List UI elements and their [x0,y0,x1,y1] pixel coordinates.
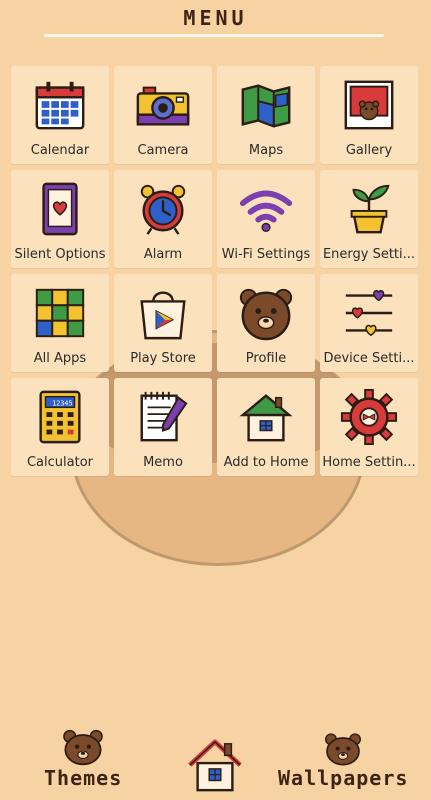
home-button[interactable] [186,738,244,794]
app-tile-wifi-settings[interactable]: Wi-Fi Settings [217,170,315,268]
app-tile-device-settings[interactable]: Device Setti... [320,274,418,372]
calendar-icon [35,81,85,130]
wallpapers-label: Wallpapers [278,766,409,790]
app-label: Home Settin... [322,455,416,470]
home-icon [188,739,242,792]
app-tile-memo[interactable]: Memo [114,378,212,476]
map-icon [241,84,291,128]
wallpapers-button[interactable]: Wallpapers [278,730,408,790]
app-tile-profile[interactable]: Profile [217,274,315,372]
themes-button[interactable]: Themes [44,726,122,790]
plant-icon [350,184,390,234]
app-tile-calculator[interactable]: 12345 Calculator [11,378,109,476]
bear-icon [325,733,362,766]
app-tile-silent-options[interactable]: Silent Options [11,170,109,268]
grid-icon [35,288,85,338]
app-tile-alarm[interactable]: Alarm [114,170,212,268]
app-label: Energy Setti... [322,247,416,262]
app-label: Add to Home [223,455,309,470]
page-title: MENU [183,6,248,30]
camera-icon [136,86,190,126]
app-label: Camera [137,143,189,158]
themes-label: Themes [44,766,123,790]
app-tile-all-apps[interactable]: All Apps [11,274,109,372]
app-label: Device Setti... [323,351,415,366]
app-label: Calendar [30,143,90,158]
calculator-icon: 12345 [39,390,81,444]
app-grid: Calendar Camera Maps Gallery Silent Opti… [11,66,418,476]
app-label: Wi-Fi Settings [221,247,311,262]
alarm-clock-icon [140,184,186,235]
app-label: Silent Options [14,247,106,262]
title-underline [44,34,384,37]
app-label: Maps [248,143,284,158]
app-tile-calendar[interactable]: Calendar [11,66,109,164]
app-tile-maps[interactable]: Maps [217,66,315,164]
app-label: Memo [143,455,183,470]
gallery-icon [344,80,394,130]
app-label: All Apps [33,351,87,366]
sliders-icon [345,289,393,337]
app-label: Calculator [26,455,93,470]
app-tile-gallery[interactable]: Gallery [320,66,418,164]
wifi-icon [239,190,293,232]
app-label: Alarm [143,247,183,262]
gear-icon [340,388,398,446]
shopping-bag-icon [140,291,186,340]
app-label: Profile [245,351,287,366]
bear-donut-icon [239,288,293,341]
app-tile-add-to-home[interactable]: Add to Home [217,378,315,476]
app-tile-camera[interactable]: Camera [114,66,212,164]
bear-icon [63,729,103,766]
app-tile-energy-settings[interactable]: Energy Setti... [320,170,418,268]
app-tile-play-store[interactable]: Play Store [114,274,212,372]
app-label: Gallery [345,143,393,158]
app-label: Play Store [130,351,196,366]
calculator-display: 12345 [52,399,72,407]
house-icon [239,394,293,442]
app-tile-home-settings[interactable]: Home Settin... [320,378,418,476]
notepad-icon [140,391,188,442]
tablet-heart-icon [42,182,78,236]
